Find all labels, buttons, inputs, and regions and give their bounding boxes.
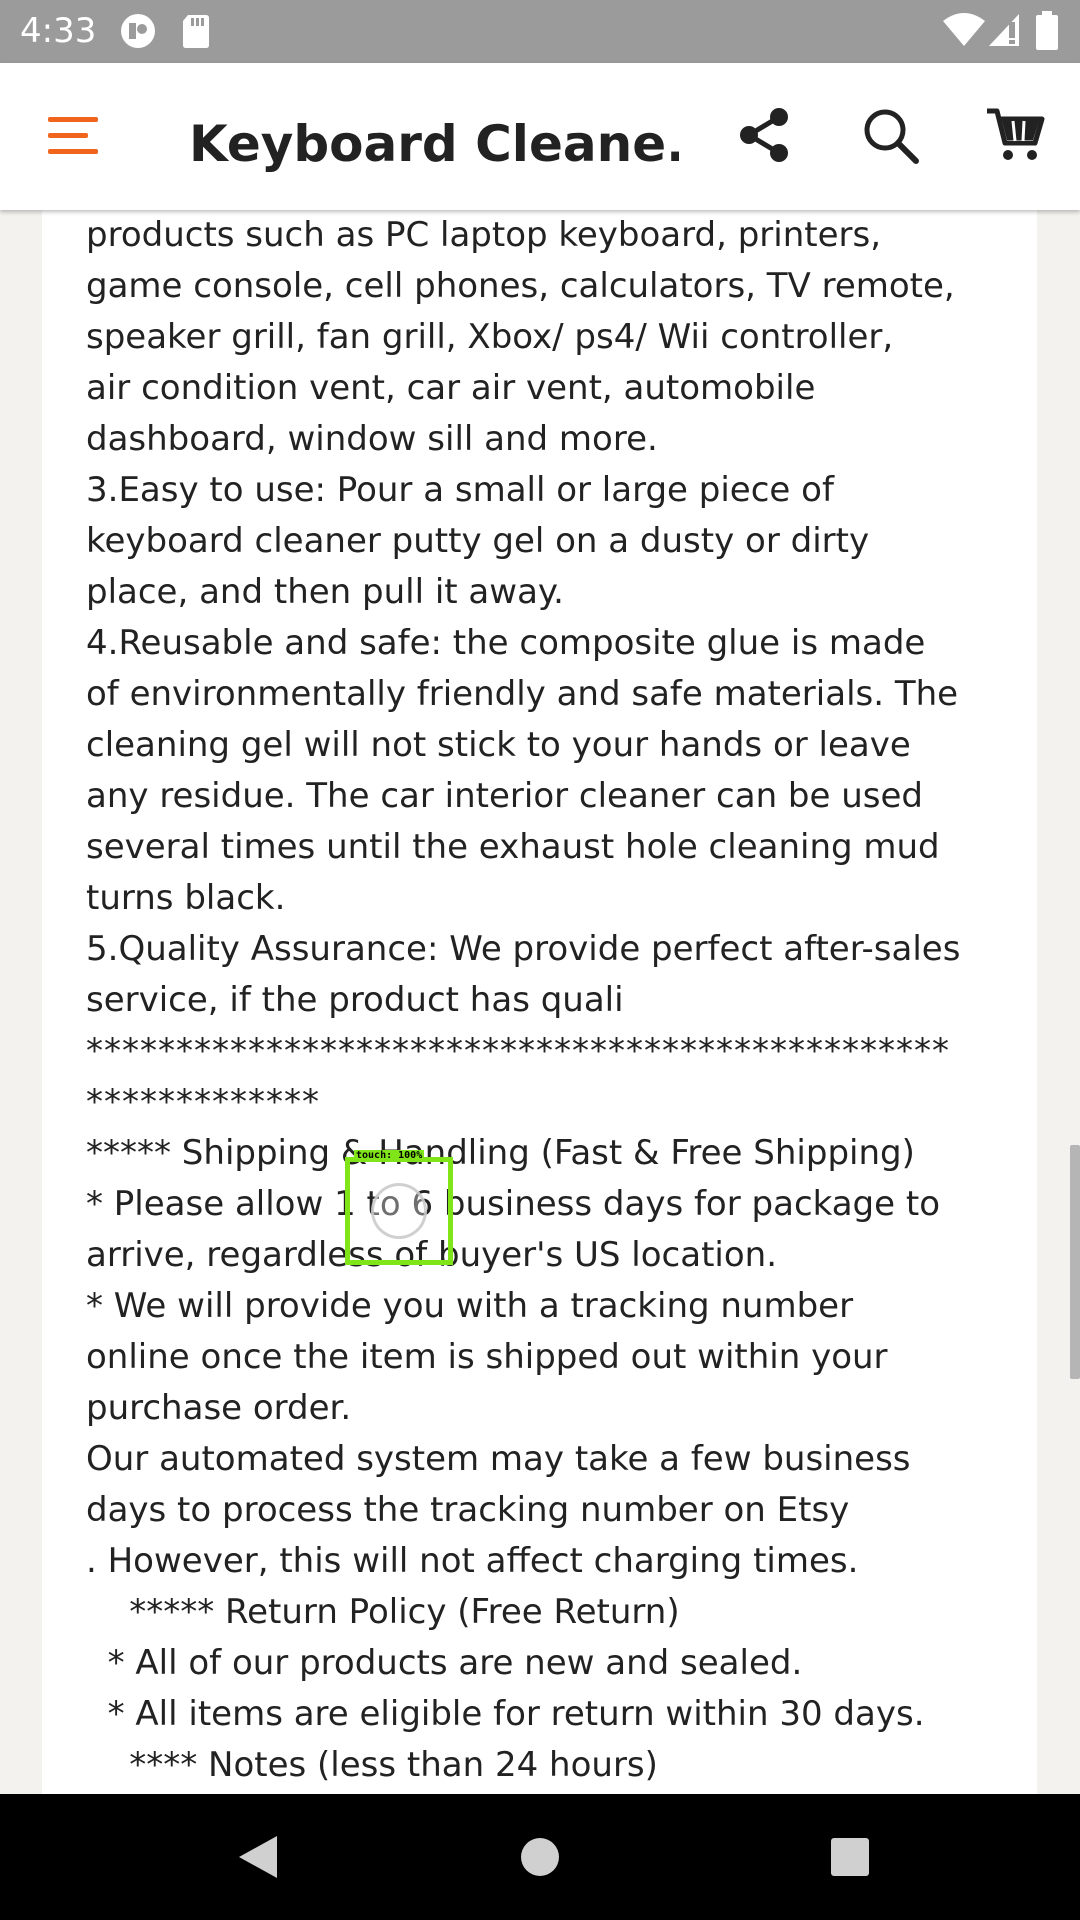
- description-line: turns black.: [86, 878, 286, 918]
- description-line: 4.Reusable and safe: the composite glue …: [86, 623, 926, 663]
- description-line: . However, this will not affect charging…: [86, 1541, 859, 1581]
- description-line: Our automated system may take a few busi…: [86, 1439, 911, 1479]
- description-line: online once the item is shipped out with…: [86, 1337, 888, 1377]
- home-circle-icon[interactable]: [520, 1837, 560, 1877]
- description-line: * All of our products are new and sealed…: [86, 1643, 803, 1683]
- cell-signal-icon: [989, 14, 1019, 46]
- description-line: several times until the exhaust hole cle…: [86, 827, 940, 867]
- cart-icon[interactable]: [985, 107, 1045, 163]
- hamburger-menu-icon[interactable]: [48, 115, 98, 157]
- description-line: arrive, regardless of buyer's US locatio…: [86, 1235, 778, 1275]
- app-notification-icon: [121, 14, 155, 48]
- touch-ripple: [371, 1183, 427, 1239]
- description-line: ****************************************…: [86, 1031, 950, 1071]
- listing-content[interactable]: products such as PC laptop keyboard, pri…: [0, 210, 1080, 1794]
- wifi-icon: [943, 13, 985, 46]
- back-triangle-icon[interactable]: [237, 1834, 279, 1880]
- description-line: any residue. The car interior cleaner ca…: [86, 776, 924, 816]
- share-icon[interactable]: [737, 107, 791, 163]
- description-line: * We will provide you with a tracking nu…: [86, 1286, 854, 1326]
- description-line: days to process the tracking number on E…: [86, 1490, 850, 1530]
- status-time: 4:33: [20, 11, 97, 51]
- description-line: * All items are eligible for return with…: [86, 1694, 925, 1734]
- recents-square-icon[interactable]: [830, 1837, 870, 1877]
- search-icon[interactable]: [862, 107, 920, 165]
- description-line: purchase order.: [86, 1388, 352, 1428]
- description-line: 5.Quality Assurance: We provide perfect …: [86, 929, 961, 969]
- description-line: game console, cell phones, calculators, …: [86, 266, 955, 306]
- touch-indicator: touch: 100%: [345, 1150, 453, 1265]
- navigation-bar: [0, 1794, 1080, 1920]
- description-line: of environmentally friendly and safe mat…: [86, 674, 959, 714]
- touch-indicator-label: touch: 100%: [354, 1150, 425, 1162]
- battery-icon: [1036, 11, 1058, 50]
- page-title: Keyboard Cleane...: [189, 115, 679, 173]
- description-line: 3.Easy to use: Pour a small or large pie…: [86, 470, 834, 510]
- description-line: place, and then pull it away.: [86, 572, 564, 612]
- description-line: service, if the product has quali: [86, 980, 624, 1020]
- scrollbar-thumb[interactable]: [1070, 1145, 1080, 1379]
- description-line: speaker grill, fan grill, Xbox/ ps4/ Wii…: [86, 317, 894, 357]
- description-line: dashboard, window sill and more.: [86, 419, 658, 459]
- description-line: * Please allow 1 to 6 business days for …: [86, 1184, 941, 1224]
- description-line: cleaning gel will not stick to your hand…: [86, 725, 911, 765]
- status-bar: 4:33: [0, 0, 1080, 63]
- description-line: *************: [86, 1082, 320, 1122]
- app-bar: Keyboard Cleane...: [0, 63, 1080, 210]
- description-line: **** Notes (less than 24 hours): [86, 1745, 658, 1785]
- description-line: air condition vent, car air vent, automo…: [86, 368, 816, 408]
- description-line: ***** Shipping & Handling (Fast & Free S…: [86, 1133, 915, 1173]
- sd-card-icon: [183, 15, 209, 48]
- description-line: ***** Return Policy (Free Return): [86, 1592, 680, 1632]
- description-line: keyboard cleaner putty gel on a dusty or…: [86, 521, 870, 561]
- item-description: products such as PC laptop keyboard, pri…: [86, 210, 1016, 1791]
- description-line: products such as PC laptop keyboard, pri…: [86, 215, 882, 255]
